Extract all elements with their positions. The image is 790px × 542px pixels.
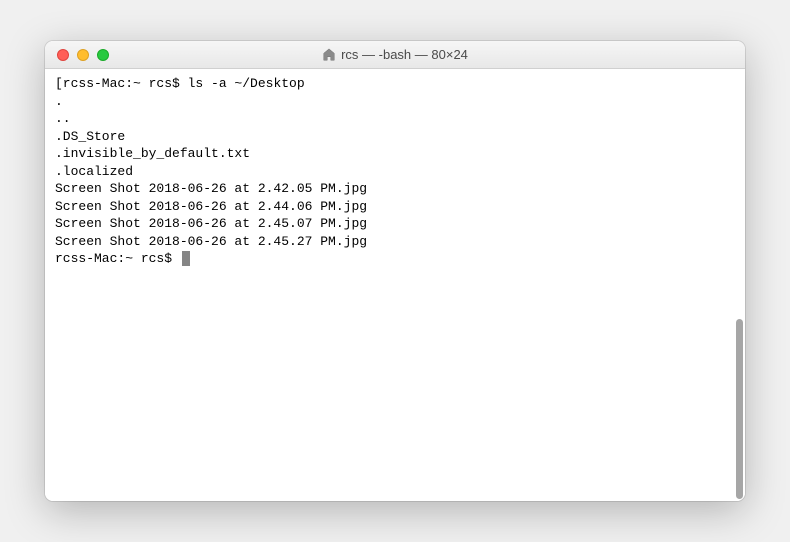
window-title-text: rcs — -bash — 80×24	[341, 47, 468, 62]
traffic-lights	[57, 49, 109, 61]
window-title: rcs — -bash — 80×24	[57, 47, 733, 62]
terminal-line: .localized	[55, 163, 735, 181]
maximize-button[interactable]	[97, 49, 109, 61]
terminal-line: .invisible_by_default.txt	[55, 145, 735, 163]
terminal-content[interactable]: [rcss-Mac:~ rcs$ ls -a ~/Desktop . .. .D…	[45, 69, 745, 501]
terminal-line: Screen Shot 2018-06-26 at 2.45.07 PM.jpg	[55, 215, 735, 233]
terminal-window: rcs — -bash — 80×24 [rcss-Mac:~ rcs$ ls …	[45, 41, 745, 501]
terminal-line: [rcss-Mac:~ rcs$ ls -a ~/Desktop	[55, 75, 735, 93]
terminal-line: Screen Shot 2018-06-26 at 2.42.05 PM.jpg	[55, 180, 735, 198]
scrollbar-thumb[interactable]	[736, 319, 743, 499]
titlebar[interactable]: rcs — -bash — 80×24	[45, 41, 745, 69]
terminal-line: Screen Shot 2018-06-26 at 2.44.06 PM.jpg	[55, 198, 735, 216]
cursor	[182, 251, 190, 266]
close-button[interactable]	[57, 49, 69, 61]
home-icon	[322, 48, 336, 62]
terminal-line: .	[55, 93, 735, 111]
terminal-line: .DS_Store	[55, 128, 735, 146]
minimize-button[interactable]	[77, 49, 89, 61]
terminal-line: ..	[55, 110, 735, 128]
terminal-line: Screen Shot 2018-06-26 at 2.45.27 PM.jpg	[55, 233, 735, 251]
terminal-prompt: rcss-Mac:~ rcs$	[55, 250, 735, 268]
